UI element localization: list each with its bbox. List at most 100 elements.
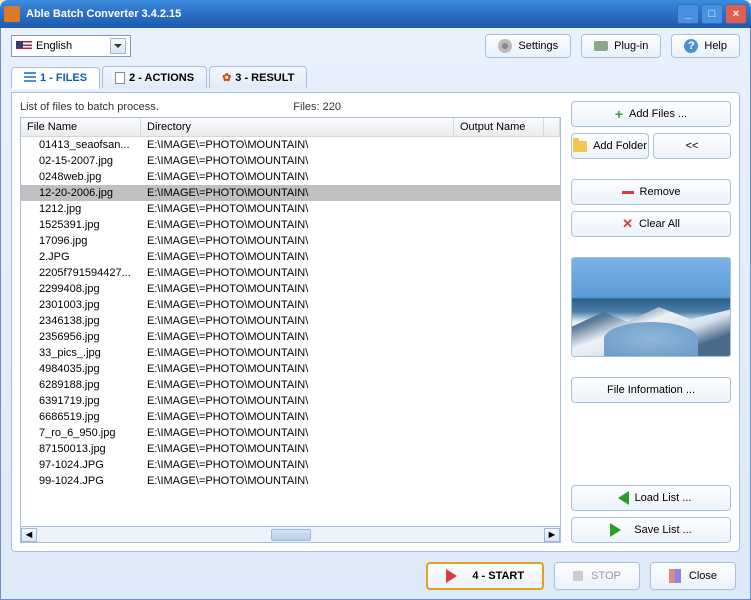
tab-actions[interactable]: 2 - ACTIONS [102,66,207,88]
cell-filename: 2356956.jpg [21,330,141,344]
cell-filename: 1212.jpg [21,202,141,216]
cell-filename: 1525391.jpg [21,218,141,232]
cell-directory: E:\IMAGE\=PHOTO\MOUNTAIN\ [141,138,470,152]
add-folder-button[interactable]: Add Folder [571,133,649,159]
horizontal-scrollbar[interactable]: ◄ ► [20,527,561,543]
table-row[interactable]: 6686519.jpgE:\IMAGE\=PHOTO\MOUNTAIN\ [21,409,560,425]
column-directory[interactable]: Directory [141,118,454,136]
language-label: English [36,40,72,52]
column-filename[interactable]: File Name [21,118,141,136]
stop-button[interactable]: STOP [554,562,640,590]
table-row[interactable]: 4984035.jpgE:\IMAGE\=PHOTO\MOUNTAIN\ [21,361,560,377]
cell-output [470,186,560,200]
clear-all-button[interactable]: ✕ Clear All [571,211,731,237]
maximize-button[interactable]: □ [701,4,723,24]
remove-button[interactable]: Remove [571,179,731,205]
scroll-left-button[interactable]: ◄ [21,528,37,542]
settings-button[interactable]: Settings [485,34,571,58]
cell-output [470,410,560,424]
table-row[interactable]: 17096.jpgE:\IMAGE\=PHOTO\MOUNTAIN\ [21,233,560,249]
cell-directory: E:\IMAGE\=PHOTO\MOUNTAIN\ [141,298,470,312]
folder-icon [573,141,587,152]
table-row[interactable]: 2299408.jpgE:\IMAGE\=PHOTO\MOUNTAIN\ [21,281,560,297]
cell-output [470,378,560,392]
table-row[interactable]: 01413_seaofsan...E:\IMAGE\=PHOTO\MOUNTAI… [21,137,560,153]
add-files-button[interactable]: + Add Files ... [571,101,731,127]
minimize-button[interactable]: _ [677,4,699,24]
cell-filename: 6686519.jpg [21,410,141,424]
plus-icon: + [615,106,623,122]
close-window-button[interactable]: × [725,4,747,24]
table-row[interactable]: 87150013.jpgE:\IMAGE\=PHOTO\MOUNTAIN\ [21,441,560,457]
tab-bar: 1 - FILES 2 - ACTIONS ✿ 3 - RESULT [11,66,740,88]
save-list-button[interactable]: Save List ... [571,517,731,543]
door-icon [669,569,681,583]
table-row[interactable]: 12-20-2006.jpgE:\IMAGE\=PHOTO\MOUNTAIN\ [21,185,560,201]
start-button[interactable]: 4 - START [426,562,544,590]
table-row[interactable]: 6391719.jpgE:\IMAGE\=PHOTO\MOUNTAIN\ [21,393,560,409]
result-icon: ✿ [222,71,231,84]
table-row[interactable]: 02-15-2007.jpgE:\IMAGE\=PHOTO\MOUNTAIN\ [21,153,560,169]
cell-filename: 2346138.jpg [21,314,141,328]
language-select[interactable]: English [11,35,131,57]
table-row[interactable]: 1525391.jpgE:\IMAGE\=PHOTO\MOUNTAIN\ [21,217,560,233]
table-row[interactable]: 0248web.jpgE:\IMAGE\=PHOTO\MOUNTAIN\ [21,169,560,185]
cell-filename: 02-15-2007.jpg [21,154,141,168]
load-list-button[interactable]: Load List ... [571,485,731,511]
cell-output [470,298,560,312]
cell-directory: E:\IMAGE\=PHOTO\MOUNTAIN\ [141,458,470,472]
cell-directory: E:\IMAGE\=PHOTO\MOUNTAIN\ [141,426,470,440]
scroll-right-button[interactable]: ► [544,528,560,542]
table-row[interactable]: 7_ro_6_950.jpgE:\IMAGE\=PHOTO\MOUNTAIN\ [21,425,560,441]
cell-filename: 33_pics_.jpg [21,346,141,360]
table-row[interactable]: 33_pics_.jpgE:\IMAGE\=PHOTO\MOUNTAIN\ [21,345,560,361]
cell-filename: 99-1024.JPG [21,474,141,488]
cell-output [470,234,560,248]
tab-files[interactable]: 1 - FILES [11,67,100,89]
cell-output [470,346,560,360]
table-row[interactable]: 99-1024.JPGE:\IMAGE\=PHOTO\MOUNTAIN\ [21,473,560,489]
cell-directory: E:\IMAGE\=PHOTO\MOUNTAIN\ [141,250,470,264]
plugin-button[interactable]: Plug-in [581,34,661,58]
cell-output [470,474,560,488]
table-row[interactable]: 2356956.jpgE:\IMAGE\=PHOTO\MOUNTAIN\ [21,329,560,345]
cell-directory: E:\IMAGE\=PHOTO\MOUNTAIN\ [141,186,470,200]
cell-directory: E:\IMAGE\=PHOTO\MOUNTAIN\ [141,202,470,216]
cell-directory: E:\IMAGE\=PHOTO\MOUNTAIN\ [141,410,470,424]
scroll-thumb[interactable] [271,529,311,541]
cell-filename: 0248web.jpg [21,170,141,184]
preview-image [571,257,731,357]
cell-filename: 2299408.jpg [21,282,141,296]
table-row[interactable]: 97-1024.JPGE:\IMAGE\=PHOTO\MOUNTAIN\ [21,457,560,473]
cell-output [470,314,560,328]
table-row[interactable]: 2.JPGE:\IMAGE\=PHOTO\MOUNTAIN\ [21,249,560,265]
plugin-icon [594,41,608,51]
tab-result[interactable]: ✿ 3 - RESULT [209,66,307,88]
cell-filename: 87150013.jpg [21,442,141,456]
x-icon: ✕ [622,216,633,232]
cell-directory: E:\IMAGE\=PHOTO\MOUNTAIN\ [141,234,470,248]
cell-filename: 2.JPG [21,250,141,264]
list-caption: List of files to batch process. [20,101,159,113]
table-row[interactable]: 2301003.jpgE:\IMAGE\=PHOTO\MOUNTAIN\ [21,297,560,313]
cell-directory: E:\IMAGE\=PHOTO\MOUNTAIN\ [141,442,470,456]
expand-button[interactable]: << [653,133,731,159]
help-button[interactable]: ? Help [671,34,740,58]
title-bar: Able Batch Converter 3.4.2.15 _ □ × [0,0,751,28]
cell-output [470,154,560,168]
column-output[interactable]: Output Name [454,118,544,136]
file-information-button[interactable]: File Information ... [571,377,731,403]
table-row[interactable]: 1212.jpgE:\IMAGE\=PHOTO\MOUNTAIN\ [21,201,560,217]
file-count: Files: 220 [293,101,341,113]
cell-output [470,202,560,216]
table-row[interactable]: 6289188.jpgE:\IMAGE\=PHOTO\MOUNTAIN\ [21,377,560,393]
table-row[interactable]: 2346138.jpgE:\IMAGE\=PHOTO\MOUNTAIN\ [21,313,560,329]
close-button[interactable]: Close [650,562,736,590]
window-title: Able Batch Converter 3.4.2.15 [26,8,181,20]
grid-body[interactable]: 01413_seaofsan...E:\IMAGE\=PHOTO\MOUNTAI… [21,137,560,526]
cell-output [470,282,560,296]
table-row[interactable]: 2205f791594427...E:\IMAGE\=PHOTO\MOUNTAI… [21,265,560,281]
cell-directory: E:\IMAGE\=PHOTO\MOUNTAIN\ [141,266,470,280]
chevron-down-icon [110,38,126,54]
cell-directory: E:\IMAGE\=PHOTO\MOUNTAIN\ [141,218,470,232]
